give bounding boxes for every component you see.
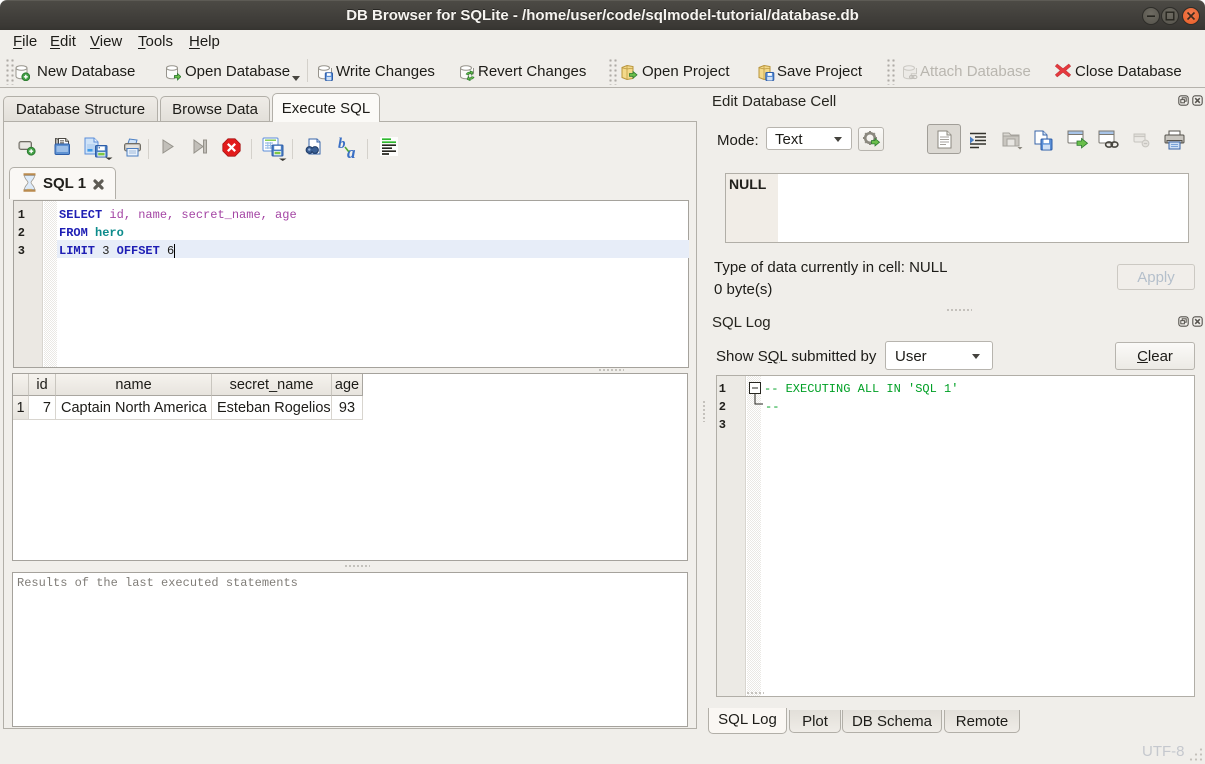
- svg-text:a: a: [347, 143, 356, 159]
- svg-text:b: b: [338, 136, 346, 152]
